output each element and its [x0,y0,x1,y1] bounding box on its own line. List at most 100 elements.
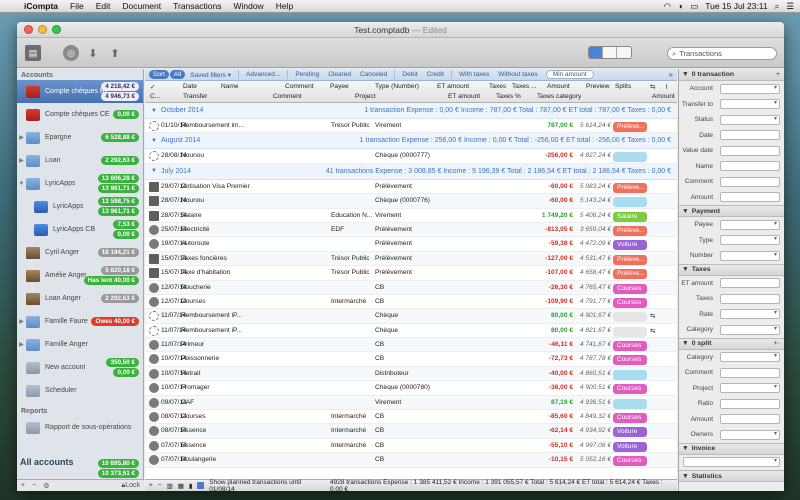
cleared-status-icon[interactable] [149,224,159,235]
table-row[interactable]: 29/07/14 Cotisation Visa Premier Prélèveme… [145,180,677,195]
sidebar-account-item[interactable]: Loan Anger 2 292,63 € [17,287,143,310]
disclosure-down-icon[interactable]: ▼ [151,138,157,144]
pending-status-icon[interactable] [149,151,159,162]
sidebar-account-item[interactable]: Amélie Anger 5 820,18 € Has lent 40,00 € [17,264,143,287]
disclosure-icon[interactable]: ▶ [17,157,26,164]
table-row[interactable]: 28/07/14 Nounou Chèque (0000776) -60,00 €5 … [145,194,677,209]
pending-status-icon[interactable] [149,121,159,131]
sidebar-account-item[interactable]: Compte chèques BP 4 218,42 €4 946,73 € [17,80,143,103]
advanced-filter[interactable]: Advanced... [242,70,284,79]
category-tag[interactable] [613,312,647,323]
table-row[interactable]: 09/07/14 CAF Virement 87,19 €4 936,51 € [145,395,677,411]
col-split-et-amount[interactable]: ET amount [448,93,480,100]
col-status[interactable]: ✓ [150,83,156,91]
field-input[interactable] [720,429,780,440]
category-tag[interactable]: Prélève... [613,122,647,132]
field-input[interactable] [720,161,780,172]
disclosure-icon[interactable]: ▼ [17,181,26,187]
field-input[interactable] [720,192,780,203]
category-tag[interactable] [613,398,647,409]
table-row[interactable]: 28/07/14 Salaire Education N... Virement 1 7… [145,209,677,223]
payment-section-header[interactable]: ▼ Payment [679,205,784,217]
spotlight-icon[interactable]: ⌕ [775,1,780,12]
battery-icon[interactable]: ▭ [690,1,698,12]
sidebar-account-item[interactable]: Scheduler [17,379,143,402]
add-transaction-button[interactable]: + [149,482,153,489]
category-tag[interactable]: Prélève... [613,254,647,265]
menu-help[interactable]: Help [270,1,299,11]
notification-center-icon[interactable]: ☰ [786,1,794,12]
field-input[interactable] [720,352,780,363]
field-input[interactable] [720,130,780,141]
menu-file[interactable]: File [64,1,90,11]
cleared-status-icon[interactable] [149,282,159,293]
col-name[interactable]: Name [221,83,239,90]
table-row[interactable]: 10/07/14 Fromager Chèque (0000780) -36,00 €… [145,381,677,396]
table-row[interactable]: 10/07/14 Poissonnerie CB -72,73 €4 787,78 €… [145,352,677,367]
category-tag[interactable] [613,369,647,380]
table-row[interactable]: 15/07/14 Taxes foncières Trésor Public Prél… [145,251,677,267]
show-planned-checkbox[interactable] [197,482,205,489]
table-row[interactable]: 11/07/14 Primeur CB -46,11 €4 741,67 € Cours… [145,338,677,353]
filter-credit[interactable]: Credit [423,70,448,79]
category-tag[interactable]: Courses [613,384,647,395]
field-input[interactable] [720,235,780,246]
chevron-right-icon[interactable]: » [669,70,677,79]
table-row[interactable]: 12/07/14 Courses Intermarché CB -109,90 €4 7… [145,295,677,310]
min-amount-field[interactable]: Min amount [545,70,594,79]
sidebar-account-item[interactable]: ▶ Epargne 6 528,88 € [17,126,143,149]
table-row[interactable]: 15/07/14 Taxe d'habitation Trésor Public Pr… [145,266,677,281]
field-input[interactable] [720,114,780,125]
sidebar-account-item[interactable]: ▶ Loan 2 292,63 € [17,149,143,172]
arrow-down-icon[interactable]: ⬇ [85,45,101,61]
cleared-status-icon[interactable] [149,239,159,250]
col-split-comment[interactable]: Comment [273,93,302,100]
cleared-status-icon[interactable] [149,440,159,451]
remove-account-button[interactable]: − [32,482,36,489]
scheduled-status-icon[interactable] [149,268,159,279]
menu-app[interactable]: iCompta [18,1,64,11]
col-date[interactable]: Date [183,83,197,90]
table-row[interactable]: 12/07/14 Boucherie CB -26,30 €4 765,47 € Cou… [145,280,677,295]
cleared-status-icon[interactable] [149,412,159,423]
col-preview[interactable]: Preview [586,83,609,90]
field-input[interactable] [720,145,780,156]
cleared-status-icon[interactable] [149,296,159,307]
menu-window[interactable]: Window [227,1,269,11]
field-input[interactable] [720,176,780,187]
category-tag[interactable]: Prélève... [613,225,647,236]
col-split-amount[interactable]: Amount [652,93,675,100]
print-icon[interactable]: ▤ [25,45,41,61]
statistics-section-header[interactable]: ▼ Statistics [679,470,784,482]
all-accounts-label[interactable]: All accounts [20,457,74,467]
col-transfer[interactable]: Transfer [183,93,207,100]
add-icon[interactable]: + [776,71,780,78]
sidebar-account-item[interactable]: New account 350,50 €0,00 € [17,356,143,379]
col-taxes-more[interactable]: Taxes ... [512,83,537,90]
category-tag[interactable]: Courses [613,355,647,366]
category-tag[interactable]: Courses [613,413,647,424]
lock-button[interactable]: 🔒︎Lock [121,482,140,490]
category-tag[interactable]: Courses [613,283,647,294]
sidebar-account-item[interactable]: LyricApps 13 598,75 €13 961,71 € [17,195,143,218]
category-tag[interactable]: Voiture [613,240,647,251]
filter-pending[interactable]: Pending [291,70,323,79]
split-section-header[interactable]: ▼ 0 split +· [679,337,784,350]
scheduled-status-icon[interactable] [149,196,159,207]
category-tag[interactable]: Prélève... [613,269,647,280]
add-split-icon[interactable]: +· [774,340,780,347]
field-input[interactable] [720,293,780,304]
col-c[interactable]: C... [150,93,160,100]
cleared-status-icon[interactable] [149,397,159,408]
scheduled-status-icon[interactable] [149,253,159,264]
col-project[interactable]: Project [355,93,376,100]
clock[interactable]: Tue 15 Jul 23:11 [705,1,767,11]
sidebar-account-item[interactable]: Cyril Anger 18 194,21 € [17,241,143,264]
col-amount[interactable]: Amount [547,83,570,90]
field-input[interactable] [720,278,780,289]
filter-with-taxes[interactable]: With taxes [455,70,493,79]
field-input[interactable] [720,309,780,320]
col-payee[interactable]: Payee [330,83,349,90]
category-tag[interactable]: Courses [613,456,647,467]
reconcile-icon[interactable]: ◎ [63,45,79,61]
